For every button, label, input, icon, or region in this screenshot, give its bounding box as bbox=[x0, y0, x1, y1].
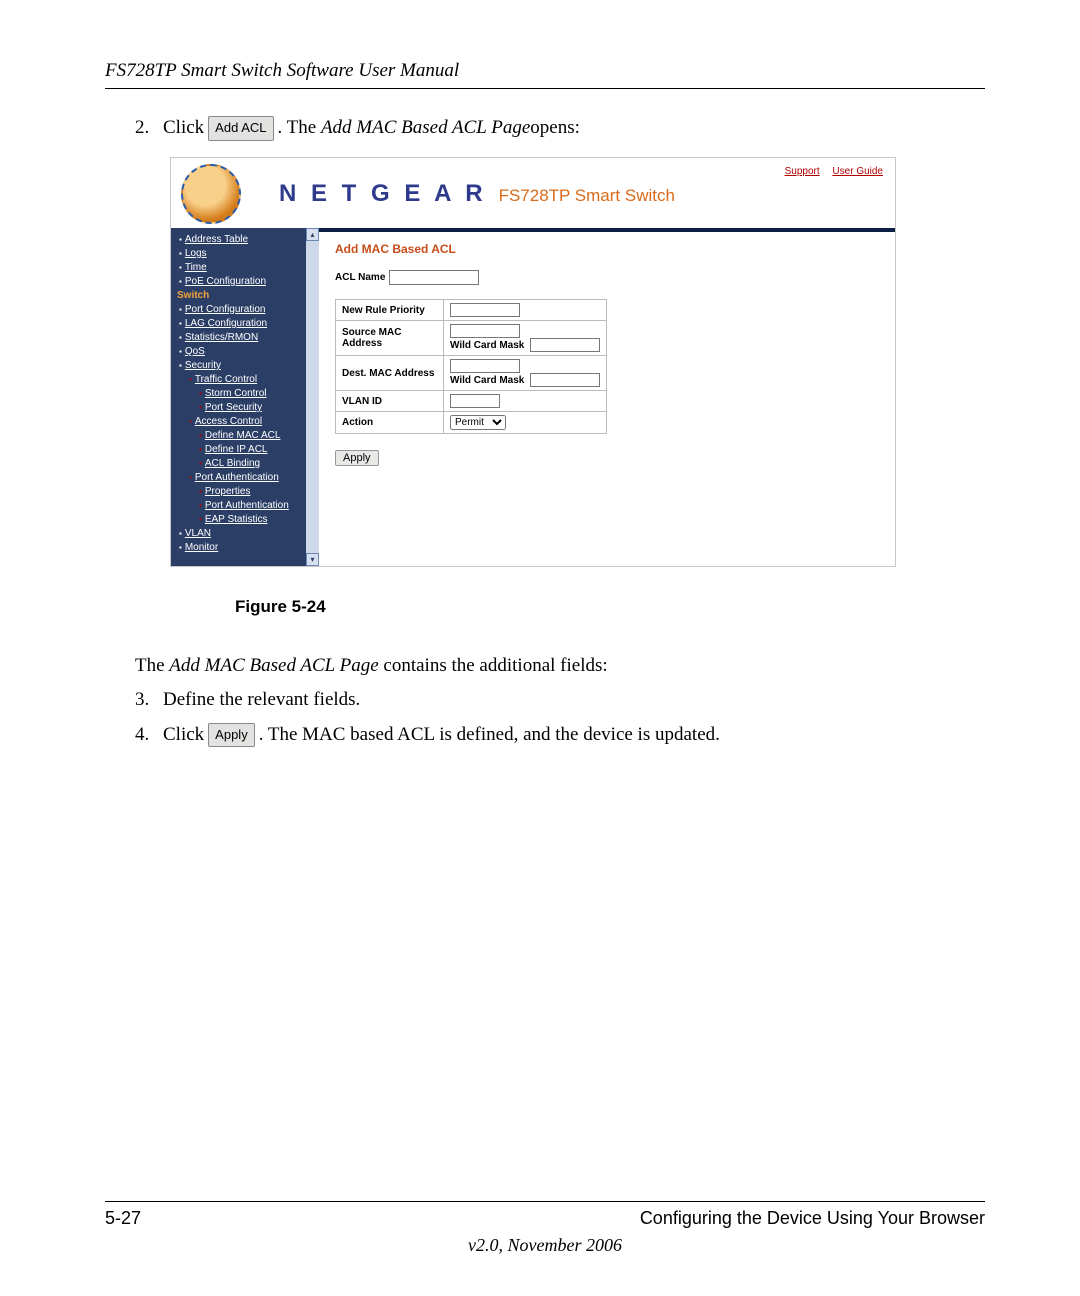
nav-vlan[interactable]: ▪VLAN bbox=[171, 526, 305, 540]
brand-name: N E T G E A R bbox=[279, 180, 487, 208]
action-select[interactable]: Permit bbox=[450, 415, 506, 430]
nav-define-mac-acl[interactable]: ▪Define MAC ACL bbox=[171, 428, 305, 442]
nav-monitor[interactable]: ▪Monitor bbox=[171, 540, 305, 554]
form-grid: New Rule Priority Source MAC Address Wil… bbox=[335, 299, 607, 434]
footer-version: v2.0, November 2006 bbox=[105, 1235, 985, 1256]
sidebar: ▴ ▾ ▪Address Table ▪Logs ▪Time ▪PoE Conf… bbox=[171, 228, 319, 566]
nav-traffic-control[interactable]: ▪Traffic Control bbox=[171, 372, 305, 386]
source-mask-input[interactable] bbox=[530, 338, 600, 352]
header-links: Support User Guide bbox=[775, 166, 883, 177]
step-2: 2. Click Add ACL . The Add MAC Based ACL… bbox=[135, 113, 985, 143]
nav-define-ip-acl[interactable]: ▪Define IP ACL bbox=[171, 442, 305, 456]
nav-time[interactable]: ▪Time bbox=[171, 260, 305, 274]
nav-port-config[interactable]: ▪Port Configuration bbox=[171, 302, 305, 316]
action-label: Action bbox=[336, 412, 444, 434]
page-number: 5-27 bbox=[105, 1208, 141, 1229]
scroll-down-icon[interactable]: ▾ bbox=[306, 553, 319, 566]
nav-acl-binding[interactable]: ▪ACL Binding bbox=[171, 456, 305, 470]
doc-header: FS728TP Smart Switch Software User Manua… bbox=[105, 60, 985, 82]
nav-port-security[interactable]: ▪Port Security bbox=[171, 400, 305, 414]
step-2-post: . The bbox=[278, 113, 321, 143]
source-mac-input[interactable] bbox=[450, 324, 520, 338]
acl-name-input[interactable] bbox=[389, 270, 479, 285]
nav-address-table[interactable]: ▪Address Table bbox=[171, 232, 305, 246]
apply-inline-button[interactable]: Apply bbox=[208, 723, 255, 748]
scroll-up-icon[interactable]: ▴ bbox=[306, 228, 319, 241]
new-rule-priority-label: New Rule Priority bbox=[336, 300, 444, 321]
step-3: 3. Define the relevant fields. bbox=[135, 685, 985, 715]
step-4-post: . The MAC based ACL is defined, and the … bbox=[259, 720, 720, 750]
support-link[interactable]: Support bbox=[785, 166, 820, 177]
brand-subtitle: FS728TP Smart Switch bbox=[499, 186, 675, 206]
nav-poe[interactable]: ▪PoE Configuration bbox=[171, 274, 305, 288]
nav-security[interactable]: ▪Security bbox=[171, 358, 305, 372]
new-rule-priority-input[interactable] bbox=[450, 303, 520, 317]
nav-properties[interactable]: ▪Properties bbox=[171, 484, 305, 498]
dest-mask-input[interactable] bbox=[530, 373, 600, 387]
source-mask-label: Wild Card Mask bbox=[450, 340, 524, 351]
figure-caption: Figure 5-24 bbox=[235, 597, 896, 617]
netgear-logo-icon bbox=[181, 164, 241, 224]
nav-port-auth-2[interactable]: ▪Port Authentication bbox=[171, 498, 305, 512]
step-number: 4. bbox=[135, 720, 163, 750]
source-mac-label: Source MAC Address bbox=[336, 321, 444, 356]
step-3-text: Define the relevant fields. bbox=[163, 685, 360, 715]
scrollbar-track[interactable] bbox=[306, 241, 319, 553]
step-number: 2. bbox=[135, 113, 163, 143]
step-2-page-name: Add MAC Based ACL Page bbox=[321, 113, 530, 143]
dest-mac-input[interactable] bbox=[450, 359, 520, 373]
nav-access-control[interactable]: ▪Access Control bbox=[171, 414, 305, 428]
footer-section: Configuring the Device Using Your Browse… bbox=[640, 1208, 985, 1229]
nav-qos[interactable]: ▪QoS bbox=[171, 344, 305, 358]
instruction-list-lower: 3. Define the relevant fields. 4. Click … bbox=[135, 685, 985, 750]
add-acl-button[interactable]: Add ACL bbox=[208, 116, 273, 141]
nav-statistics[interactable]: ▪Statistics/RMON bbox=[171, 330, 305, 344]
nav-storm-control[interactable]: ▪Storm Control bbox=[171, 386, 305, 400]
vlan-id-label: VLAN ID bbox=[336, 391, 444, 412]
step-4-pre: Click bbox=[163, 720, 204, 750]
vlan-id-input[interactable] bbox=[450, 394, 500, 408]
step-4: 4. Click Apply . The MAC based ACL is de… bbox=[135, 720, 985, 750]
nav-list: ▪Address Table ▪Logs ▪Time ▪PoE Configur… bbox=[171, 232, 319, 554]
dest-mac-label: Dest. MAC Address bbox=[336, 356, 444, 391]
screenshot: N E T G E A R FS728TP Smart Switch Suppo… bbox=[170, 157, 896, 567]
after-figure-text: The Add MAC Based ACL Page contains the … bbox=[135, 655, 985, 677]
nav-port-auth[interactable]: ▪Port Authentication bbox=[171, 470, 305, 484]
step-number: 3. bbox=[135, 685, 163, 715]
apply-button[interactable]: Apply bbox=[335, 450, 379, 466]
form-title: Add MAC Based ACL bbox=[335, 242, 883, 256]
step-2-end: opens: bbox=[530, 113, 580, 143]
nav-lag-config[interactable]: ▪LAG Configuration bbox=[171, 316, 305, 330]
nav-switch-section: Switch bbox=[171, 288, 305, 302]
header-rule bbox=[105, 88, 985, 89]
dest-mask-label: Wild Card Mask bbox=[450, 375, 524, 386]
user-guide-link[interactable]: User Guide bbox=[832, 166, 883, 177]
footer: 5-27 Configuring the Device Using Your B… bbox=[105, 1201, 985, 1256]
step-2-pre: Click bbox=[163, 113, 204, 143]
main-panel: Add MAC Based ACL ACL Name New Rule Prio… bbox=[319, 228, 895, 566]
nav-eap-stats[interactable]: ▪EAP Statistics bbox=[171, 512, 305, 526]
screenshot-header: N E T G E A R FS728TP Smart Switch Suppo… bbox=[171, 158, 895, 228]
nav-logs[interactable]: ▪Logs bbox=[171, 246, 305, 260]
footer-rule bbox=[105, 1201, 985, 1202]
acl-name-label: ACL Name bbox=[335, 272, 385, 283]
instruction-list: 2. Click Add ACL . The Add MAC Based ACL… bbox=[135, 113, 985, 143]
